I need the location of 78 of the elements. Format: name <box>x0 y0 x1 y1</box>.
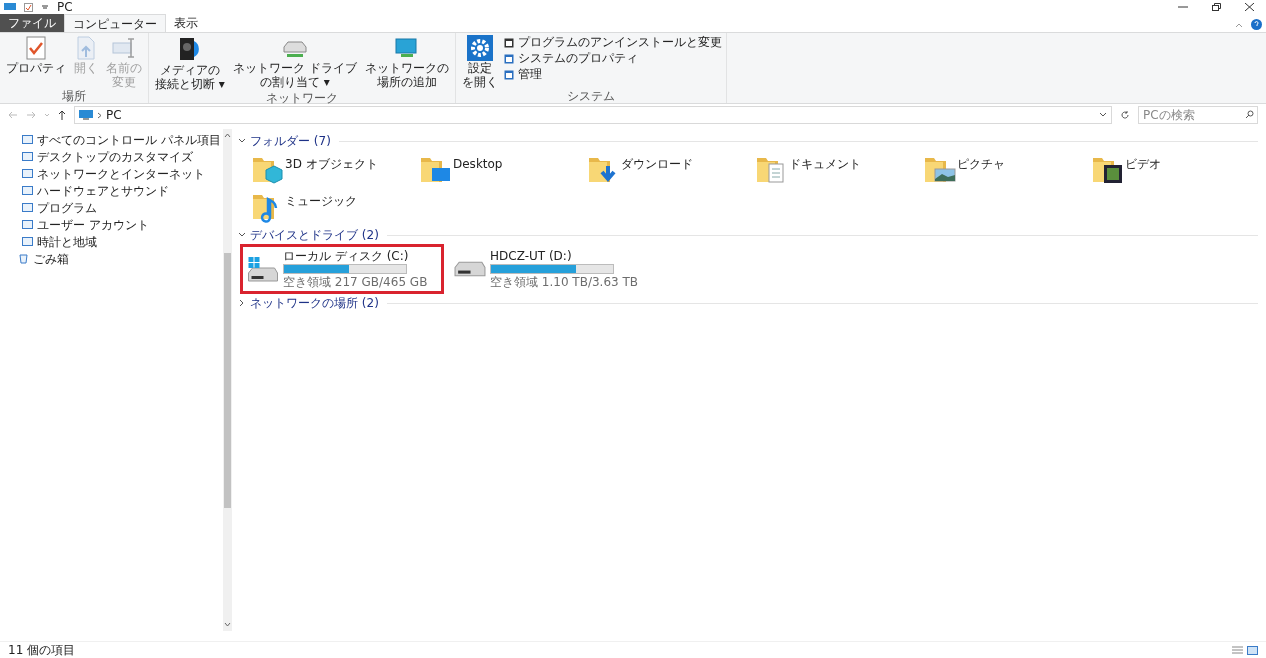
control-panel-icon <box>22 202 33 213</box>
group-label: 場所 <box>61 89 87 103</box>
drive-item[interactable]: HDCZ-UT (D:) 空き領域 1.10 TB/3.63 TB <box>447 244 651 294</box>
chevron-right-icon <box>97 111 102 119</box>
scrollbar[interactable] <box>223 129 232 631</box>
checklist-icon[interactable] <box>24 2 33 12</box>
folder-item[interactable]: ドキュメント <box>754 151 922 188</box>
window-icon <box>503 69 514 80</box>
file-tab[interactable]: ファイル <box>0 14 64 32</box>
address-field[interactable]: PC <box>74 106 1112 124</box>
drive-item[interactable]: ローカル ディスク (C:) 空き領域 217 GB/465 GB <box>240 244 444 294</box>
control-panel-icon <box>22 185 33 196</box>
sidebar-item[interactable]: プログラム <box>0 199 224 216</box>
control-panel-icon <box>22 151 33 162</box>
window-title: PC <box>57 1 73 13</box>
status-text: 11 個の項目 <box>8 642 76 658</box>
folder-item[interactable]: Desktop <box>418 151 586 188</box>
drive-name: HDCZ-UT (D:) <box>490 249 573 263</box>
sidebar-item[interactable]: 時計と地域 <box>0 233 224 250</box>
free-space: 空き領域 217 GB/465 GB <box>283 275 429 289</box>
settings-icon <box>466 35 493 61</box>
document-icon <box>75 35 97 61</box>
ribbon-small-button[interactable]: プログラムのアンインストールと変更 <box>503 35 722 50</box>
window-icon <box>503 37 514 48</box>
ribbon-button[interactable]: 設定 を開く <box>459 35 500 89</box>
folder-item[interactable]: ミュージック <box>250 188 418 225</box>
ribbon-button[interactable]: メディアの 接続と切断 ▾ <box>153 35 227 91</box>
refresh-icon[interactable] <box>1120 110 1130 120</box>
ribbon-button[interactable]: ネットワークの 場所の追加 <box>362 35 451 91</box>
folder-item[interactable]: 3D オブジェクト <box>250 151 418 188</box>
ribbon-tab[interactable]: コンピューター <box>64 14 166 32</box>
chevron-down-icon[interactable] <box>1099 111 1107 119</box>
free-space: 空き領域 1.10 TB/3.63 TB <box>490 275 640 289</box>
help-icon[interactable] <box>1251 19 1262 30</box>
control-panel-icon <box>22 236 33 247</box>
address-path: PC <box>106 107 122 124</box>
section-title[interactable]: デバイスとドライブ (2) <box>250 226 379 244</box>
dropdown-icon[interactable] <box>41 3 49 11</box>
monitor-icon <box>79 110 93 120</box>
close-icon[interactable] <box>1245 3 1254 11</box>
sidebar-item[interactable]: ネットワークとインターネット <box>0 165 224 182</box>
ribbon-tab[interactable]: 表示 <box>166 14 206 32</box>
group-label: システム <box>565 89 616 103</box>
trash-icon <box>18 253 29 264</box>
chevron-down-icon[interactable] <box>238 137 246 145</box>
up-arrow-icon[interactable] <box>58 110 66 120</box>
minimize-icon[interactable] <box>1178 3 1188 11</box>
sidebar-item[interactable]: すべてのコントロール パネル項目 <box>0 131 224 148</box>
search-icon <box>1245 110 1254 119</box>
checklist-icon <box>25 35 47 61</box>
chevron-down-icon[interactable] <box>238 231 246 239</box>
control-panel-icon <box>22 168 33 179</box>
drive-name: ローカル ディスク (C:) <box>283 249 410 263</box>
ribbon-button[interactable]: プロパティ <box>4 35 68 89</box>
tiles-view-icon[interactable] <box>1247 645 1258 655</box>
folder-item[interactable]: ビデオ <box>1090 151 1258 188</box>
ribbon-small-button[interactable]: 管理 <box>503 67 722 82</box>
section-title[interactable]: フォルダー (7) <box>250 132 331 150</box>
scroll-up-icon <box>224 133 232 138</box>
ribbon-small-button[interactable]: システムのプロパティ <box>503 51 722 66</box>
window-icon <box>503 53 514 64</box>
scroll-down-icon <box>224 622 232 627</box>
chevron-right-icon[interactable] <box>238 299 246 307</box>
sidebar-item[interactable]: ハードウェアとサウンド <box>0 182 224 199</box>
section-title[interactable]: ネットワークの場所 (2) <box>250 294 379 312</box>
folder-item[interactable]: ダウンロード <box>586 151 754 188</box>
sidebar-item[interactable]: ユーザー アカウント <box>0 216 224 233</box>
control-panel-icon <box>22 134 33 145</box>
ribbon-button[interactable]: ネットワーク ドライブ の割り当て ▾ <box>230 35 359 91</box>
rename-icon <box>111 35 137 61</box>
folder-item[interactable]: ピクチャ <box>922 151 1090 188</box>
sidebar-item[interactable]: ごみ箱 <box>0 250 224 267</box>
sidebar-item[interactable]: デスクトップのカスタマイズ <box>0 148 224 165</box>
monitor-icon <box>4 2 16 12</box>
group-label: ネットワーク <box>264 91 339 105</box>
search-field[interactable]: PCの検索 <box>1138 106 1258 124</box>
control-panel-icon <box>22 219 33 230</box>
restore-icon[interactable] <box>1212 3 1221 11</box>
